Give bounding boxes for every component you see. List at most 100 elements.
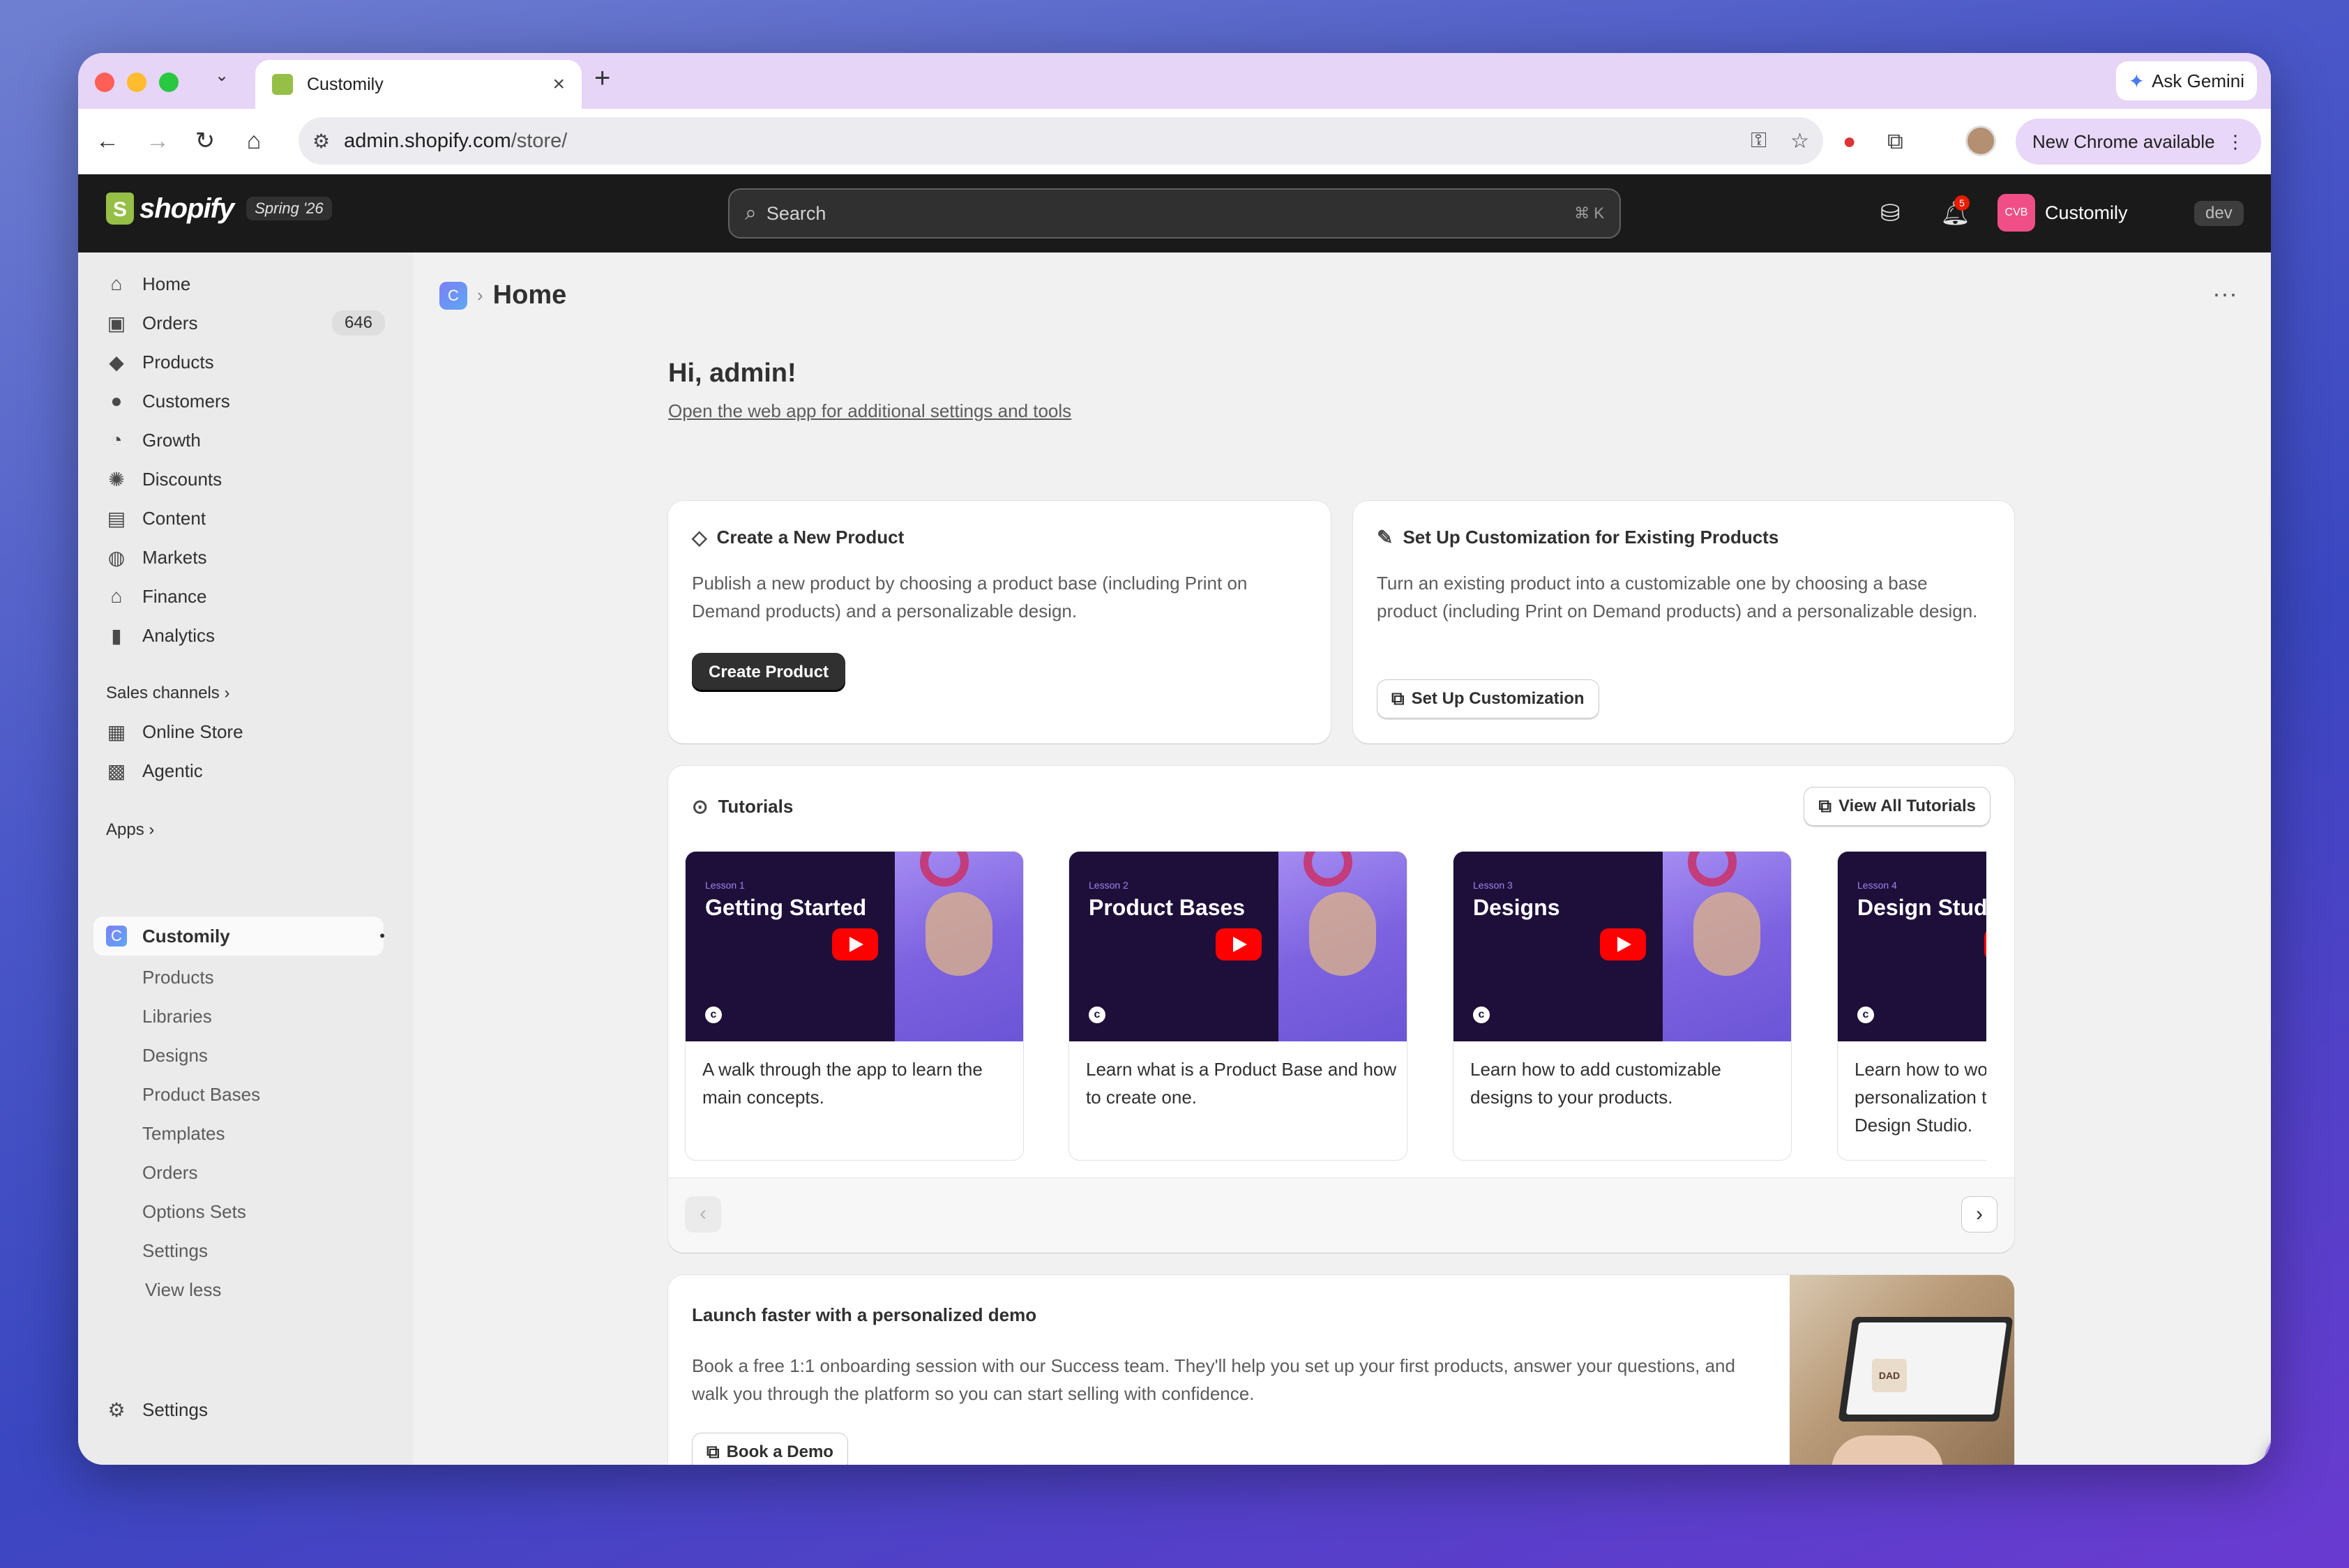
back-arrow-icon[interactable]: ←: [92, 126, 123, 156]
sidebar-item-label: Orders: [142, 312, 198, 333]
youtube-play-icon[interactable]: [832, 928, 878, 960]
create-product-card: ◇ Create a New Product Publish a new prod…: [668, 501, 1331, 744]
reload-icon[interactable]: ↻: [190, 126, 220, 156]
carousel-prev-button[interactable]: ‹: [685, 1196, 721, 1232]
chrome-menu-icon[interactable]: ⋮: [2226, 131, 2244, 153]
sidebar-item-discounts[interactable]: ✺ Discounts: [106, 463, 385, 495]
sidebar-subitem-settings[interactable]: Settings: [142, 1240, 208, 1262]
sidebar-item-settings[interactable]: ⚙ Settings: [106, 1394, 385, 1426]
sidebar-item-content[interactable]: ▤ Content: [106, 502, 385, 534]
bar-chart-icon: ▮: [111, 624, 122, 647]
tutorial-card[interactable]: Lesson 3 Designs c Learn how to add cust…: [1453, 851, 1792, 1161]
content-icon: ▤: [107, 507, 126, 529]
sidebar-subitem-options-sets[interactable]: Options Sets: [142, 1201, 246, 1223]
store-avatar: CVB: [1997, 194, 2035, 232]
youtube-play-icon[interactable]: [1984, 928, 1986, 960]
admin-search-input[interactable]: ⌕ Search ⌘ K: [728, 188, 1621, 239]
book-demo-button[interactable]: ⧉ Book a Demo: [692, 1433, 848, 1465]
pin-dot-icon[interactable]: •: [379, 927, 385, 945]
sidebar-subitem-orders[interactable]: Orders: [142, 1162, 197, 1184]
breadcrumb-separator: ›: [477, 285, 483, 306]
create-product-button[interactable]: Create Product: [692, 653, 846, 692]
tutorial-thumbnail[interactable]: Lesson 4 Design Studio c: [1838, 852, 1986, 1041]
apps-heading[interactable]: Apps ›: [106, 820, 154, 840]
view-less-link[interactable]: View less: [145, 1279, 221, 1301]
shopify-wordmark: shopify: [139, 193, 234, 224]
tutorial-card[interactable]: Lesson 4 Design Studio c Learn how to wo…: [1837, 851, 1986, 1161]
forward-arrow-icon[interactable]: →: [142, 126, 173, 156]
sidebar-item-label: Discounts: [142, 468, 222, 490]
tag-icon: ◆: [109, 351, 124, 373]
extensions-puzzle-icon[interactable]: ⧉: [1887, 128, 1903, 155]
more-actions-icon[interactable]: ···: [2212, 279, 2237, 308]
maximize-window-button[interactable]: [159, 73, 179, 92]
setup-customization-description: Turn an existing product into a customiz…: [1377, 573, 1978, 621]
tab-search-chevron-icon[interactable]: ⌄: [215, 66, 229, 86]
youtube-play-icon[interactable]: [1600, 928, 1646, 960]
sidebar-subitem-designs[interactable]: Designs: [142, 1045, 208, 1066]
sidebar-item-finance[interactable]: ⌂ Finance: [106, 580, 385, 612]
sidebar-subitem-product-bases[interactable]: Product Bases: [142, 1084, 260, 1106]
sidebar-subitem-products[interactable]: Products: [142, 967, 214, 988]
sidebar-item-orders[interactable]: ▣ Orders 646: [106, 307, 385, 339]
profile-avatar[interactable]: [1965, 126, 1996, 156]
bookmark-star-icon[interactable]: ☆: [1790, 129, 1809, 153]
sidebar-item-growth[interactable]: ◔ Growth: [106, 424, 385, 456]
chevron-right-icon: ›: [149, 820, 155, 839]
store-menu[interactable]: CVB Customily: [1997, 194, 2128, 232]
edition-badge[interactable]: Spring '26: [246, 197, 332, 220]
sidebar-item-customers[interactable]: ● Customers: [106, 385, 385, 417]
url-text: admin.shopify.com/store/: [344, 130, 1727, 153]
tutorial-thumbnail[interactable]: Lesson 1 Getting Started c: [686, 852, 1023, 1041]
shopify-logo[interactable]: S shopify Spring '26: [106, 193, 332, 225]
sidebar-item-customily[interactable]: C Customily •: [106, 920, 385, 952]
demo-title: Launch faster with a personalized demo: [692, 1304, 1037, 1325]
tab-bar: ⌄ Customily × + ✦ Ask Gemini: [78, 53, 2271, 109]
ask-gemini-button[interactable]: ✦ Ask Gemini: [2115, 61, 2257, 100]
extension-icon[interactable]: ●: [1843, 128, 1856, 154]
sidebar-item-home[interactable]: ⌂ Home: [106, 268, 385, 300]
sidebar-item-online-store[interactable]: ▦ Online Store: [106, 716, 385, 748]
sales-channels-heading[interactable]: Sales channels ›: [106, 684, 229, 703]
browser-tab[interactable]: Customily ×: [255, 60, 582, 109]
tutorials-card: ⊙ Tutorials ⧉ View All Tutorials Lesson 1 …: [668, 766, 2014, 1253]
breadcrumb: C › Home: [439, 280, 566, 310]
tutorial-thumbnail[interactable]: Lesson 3 Designs c: [1453, 852, 1791, 1041]
sidebar-item-label: Analytics: [142, 624, 216, 646]
carousel-next-button[interactable]: ›: [1961, 1196, 1997, 1232]
search-placeholder: Search: [766, 202, 826, 224]
demo-laptop-image: DAD: [1790, 1275, 2014, 1465]
tab-close-icon[interactable]: ×: [552, 73, 565, 96]
sidebar-item-markets[interactable]: ◍ Markets: [106, 541, 385, 573]
sidebar-item-label: Markets: [142, 546, 207, 568]
password-key-icon[interactable]: ⚿: [1751, 129, 1767, 153]
orders-count-badge: 646: [331, 310, 385, 336]
new-chrome-available-button[interactable]: New Chrome available ⋮: [2016, 119, 2261, 165]
tutorial-thumbnail[interactable]: Lesson 2 Product Bases c: [1069, 852, 1407, 1041]
minimize-window-button[interactable]: [127, 73, 146, 92]
tutorials-carousel: Lesson 1 Getting Started c A walk throug…: [685, 766, 1986, 1177]
ask-gemini-label: Ask Gemini: [2152, 70, 2244, 91]
home-page-icon[interactable]: ⌂: [239, 126, 269, 156]
sidebar-item-agentic[interactable]: ▩ Agentic: [106, 755, 385, 787]
youtube-play-icon[interactable]: [1216, 928, 1262, 960]
sidebar-item-analytics[interactable]: ▮ Analytics: [106, 619, 385, 651]
web-app-link[interactable]: Open the web app for additional settings…: [668, 400, 1071, 422]
shopify-top-bar: S shopify Spring '26 ⌕ Search ⌘ K ⛁ 🔔︎ 5…: [78, 174, 2271, 252]
sidebar-subitem-templates[interactable]: Templates: [142, 1123, 225, 1145]
sidebar-item-products[interactable]: ◆ Products: [106, 346, 385, 378]
person-icon: ●: [110, 390, 123, 412]
close-window-button[interactable]: [95, 73, 114, 92]
sidebar-subitem-libraries[interactable]: Libraries: [142, 1006, 212, 1027]
site-settings-icon[interactable]: ⚙: [312, 130, 330, 153]
presenter-photo: [1278, 852, 1407, 1041]
tutorial-card[interactable]: Lesson 2 Product Bases c Learn what is a…: [1068, 851, 1407, 1161]
inbox-icon[interactable]: ⛁: [1880, 199, 1901, 227]
customily-app-icon[interactable]: C: [439, 281, 467, 310]
setup-customization-button[interactable]: ⧉ Set Up Customization: [1377, 679, 1599, 718]
tutorial-card[interactable]: Lesson 1 Getting Started c A walk throug…: [685, 851, 1024, 1161]
new-tab-button[interactable]: +: [594, 63, 610, 94]
orders-icon: ▣: [107, 312, 126, 334]
address-bar[interactable]: ⚙ admin.shopify.com/store/ ⚿ ☆: [299, 117, 1823, 165]
robot-icon: ▩: [107, 760, 126, 782]
